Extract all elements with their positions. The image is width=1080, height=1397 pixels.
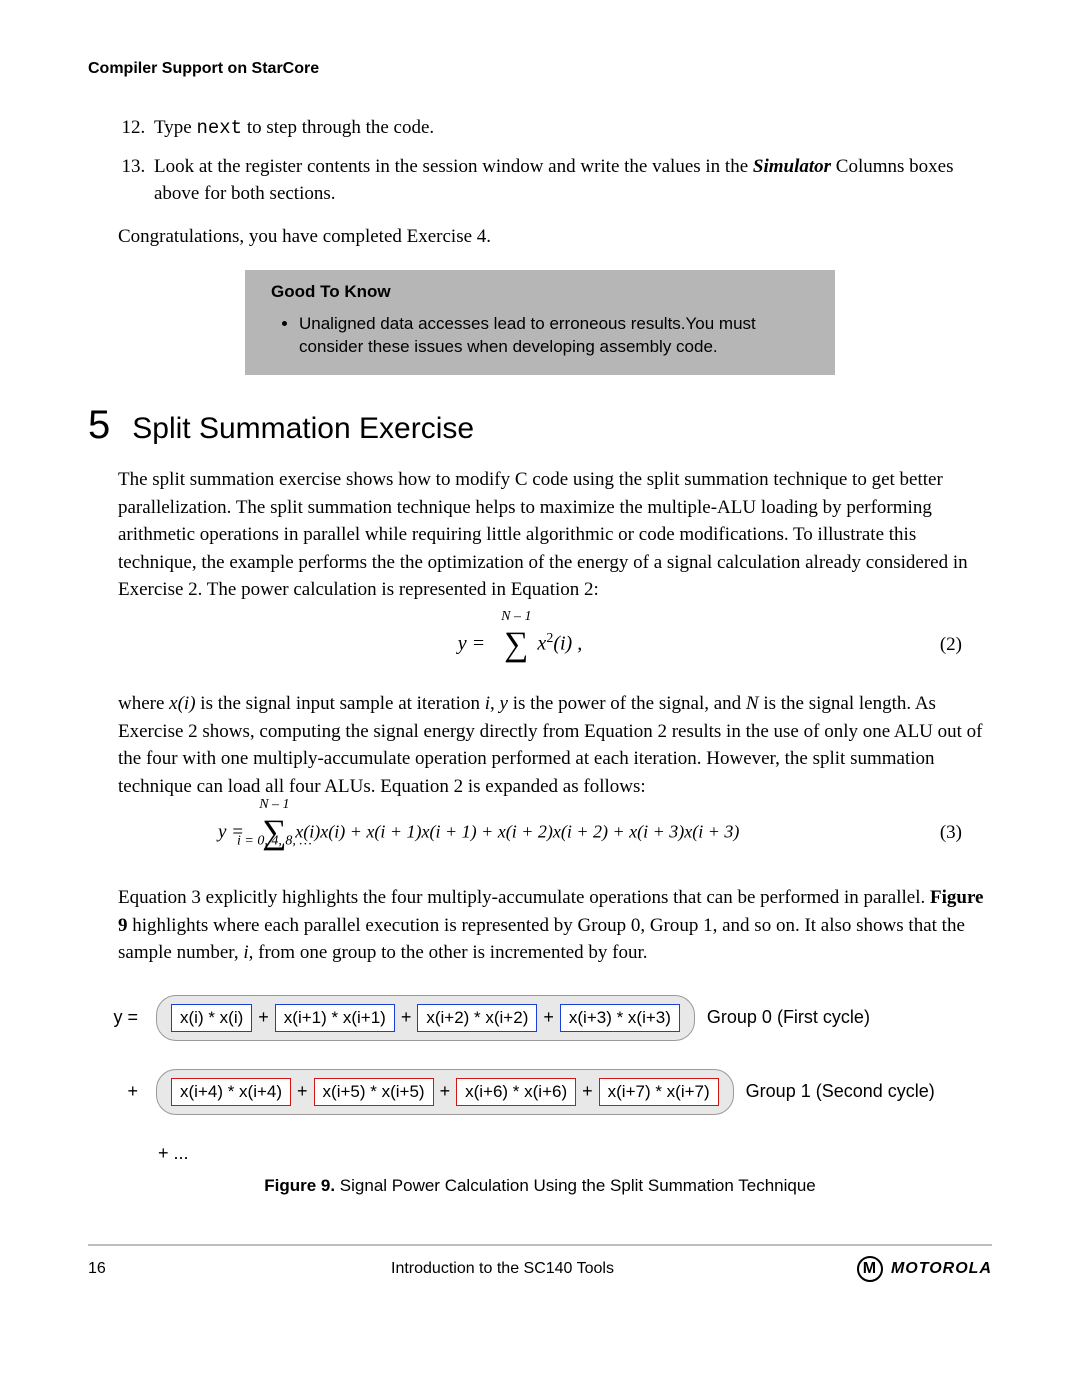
g0-term-1: x(i+1) * x(i+1) <box>275 1004 395 1032</box>
group-1: x(i+4) * x(i+4) + x(i+5) * x(i+5) + x(i+… <box>156 1069 734 1115</box>
paragraph-1: The split summation exercise shows how t… <box>118 466 992 604</box>
text: Look at the register contents in the ses… <box>154 156 753 177</box>
g1-term-0: x(i+4) * x(i+4) <box>171 1078 291 1106</box>
section-number: 5 <box>88 403 110 448</box>
group-1-row: + x(i+4) * x(i+4) + x(i+5) * x(i+5) + x(… <box>88 1069 992 1115</box>
plus-icon: + <box>297 1081 308 1102</box>
callout-item: Unaligned data accesses lead to erroneou… <box>299 312 813 360</box>
paragraph-2: where x(i) is the signal input sample at… <box>118 690 992 800</box>
step-12: Type next to step through the code. <box>150 114 992 143</box>
section-title: Split Summation Exercise <box>132 412 474 446</box>
plus-lead: + <box>88 1081 144 1102</box>
eq2-number: (2) <box>922 634 962 656</box>
group-0-row: y = x(i) * x(i) + x(i+1) * x(i+1) + x(i+… <box>88 995 992 1041</box>
eq2-x: x <box>537 633 546 655</box>
g0-term-2: x(i+2) * x(i+2) <box>417 1004 537 1032</box>
g0-term-3: x(i+3) * x(i+3) <box>560 1004 680 1032</box>
equation-2: y = N – 1 ∑ x2(i) , (2) <box>118 628 962 662</box>
text: , <box>490 693 500 714</box>
good-to-know-box: Good To Know Unaligned data accesses lea… <box>245 270 835 376</box>
plus-icon: + <box>258 1007 269 1028</box>
congrats-text: Congratulations, you have completed Exer… <box>118 226 992 248</box>
code-next: next <box>196 117 242 139</box>
text: Type <box>154 117 196 138</box>
group-0-label: Group 0 (First cycle) <box>707 1007 870 1028</box>
caption-bold: Figure 9. <box>264 1176 335 1195</box>
g1-term-3: x(i+7) * x(i+7) <box>599 1078 719 1106</box>
motorola-logo-icon: M <box>857 1256 883 1282</box>
eq3-lower-bound: i = 0, 4, 8, … <box>237 834 312 850</box>
eq3-body: x(i)x(i) + x(i + 1)x(i + 1) + x(i + 2)x(… <box>295 822 739 842</box>
step-13: Look at the register contents in the ses… <box>150 153 992 208</box>
equation-3: y = N – 1 ∑ i = 0, 4, 8, … x(i)x(i) + x(… <box>218 816 962 850</box>
caption-text: Signal Power Calculation Using the Split… <box>335 1176 816 1195</box>
plus-icon: + <box>440 1081 451 1102</box>
text: is the power of the signal, and <box>508 693 746 714</box>
figure-9: y = x(i) * x(i) + x(i+1) * x(i+1) + x(i+… <box>88 995 992 1196</box>
y: y <box>500 693 508 714</box>
g1-term-2: x(i+6) * x(i+6) <box>456 1078 576 1106</box>
text: is the signal input sample at iteration <box>196 693 485 714</box>
plus-icon: + <box>543 1007 554 1028</box>
figure-9-caption: Figure 9. Signal Power Calculation Using… <box>88 1176 992 1196</box>
callout-title: Good To Know <box>271 282 813 302</box>
step-list: Type next to step through the code. Look… <box>88 114 992 208</box>
paragraph-3: Equation 3 explicitly highlights the fou… <box>118 884 992 967</box>
running-head: Compiler Support on StarCore <box>88 60 992 78</box>
g0-term-0: x(i) * x(i) <box>171 1004 252 1032</box>
text: , from one group to the other is increme… <box>249 942 648 963</box>
ellipsis-row: + ... <box>158 1143 992 1164</box>
footer-title: Introduction to the SC140 Tools <box>148 1260 857 1278</box>
plus-icon: + <box>401 1007 412 1028</box>
group-0: x(i) * x(i) + x(i+1) * x(i+1) + x(i+2) *… <box>156 995 695 1041</box>
sigma-icon: ∑ <box>504 628 528 662</box>
text: to step through the code. <box>242 117 434 138</box>
N: N <box>746 693 759 714</box>
footer-rule <box>88 1244 992 1246</box>
text: where <box>118 693 169 714</box>
group-1-label: Group 1 (Second cycle) <box>746 1081 935 1102</box>
page-number: 16 <box>88 1260 148 1278</box>
eq2-upper-bound: N – 1 <box>501 609 531 625</box>
g1-term-1: x(i+5) * x(i+5) <box>314 1078 434 1106</box>
plus-icon: + <box>582 1081 593 1102</box>
section-heading: 5 Split Summation Exercise <box>88 403 992 448</box>
eq3-upper-bound: N – 1 <box>259 797 289 813</box>
brand-text: MOTOROLA <box>891 1260 992 1278</box>
page: Compiler Support on StarCore Type next t… <box>0 0 1080 1332</box>
page-footer: 16 Introduction to the SC140 Tools M MOT… <box>88 1256 992 1282</box>
xi: x(i) <box>169 693 195 714</box>
eq3-number: (3) <box>739 822 962 844</box>
eq2-arg: (i) , <box>553 633 582 655</box>
eq2-left: y = <box>458 633 485 655</box>
simulator-em: Simulator <box>753 156 831 177</box>
text: Equation 3 explicitly highlights the fou… <box>118 887 930 908</box>
y-equals: y = <box>88 1007 144 1028</box>
motorola-brand: M MOTOROLA <box>857 1256 992 1282</box>
